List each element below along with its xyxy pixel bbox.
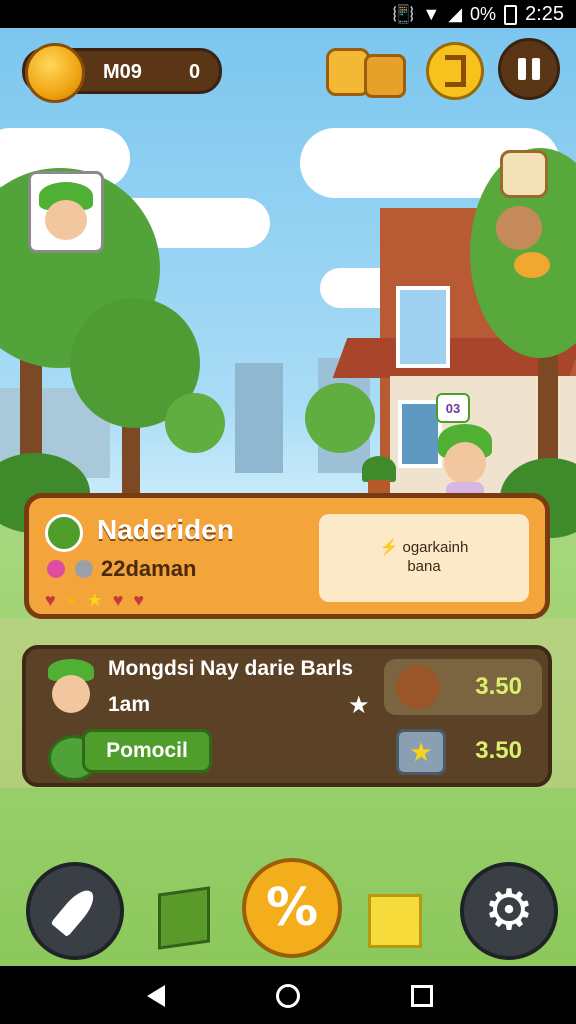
pause-icon <box>518 58 540 80</box>
exit-icon <box>444 55 466 87</box>
reward-icons: ♥ ● ★ ♥ ♥ <box>45 590 144 611</box>
offer-card: Mongdsi Nay darie Barls 1am ★ Pomocil 3.… <box>22 645 552 787</box>
coin-icon: ● <box>65 590 77 610</box>
cheese-icon <box>364 54 406 98</box>
offer-title: Mongdsi Nay darie Barls <box>108 657 354 680</box>
home-button[interactable] <box>268 976 308 1016</box>
inventory-button[interactable] <box>326 40 406 98</box>
grass-tile-icon <box>158 886 210 950</box>
lightning-icon: ⚡ <box>379 539 399 557</box>
location-subtitle: 22daman <box>101 556 197 581</box>
back-button[interactable] <box>136 976 176 1016</box>
offer-slot-top[interactable]: 3.50 <box>384 659 542 715</box>
location-title: Naderiden <box>97 514 234 545</box>
promo-button[interactable]: Pomocil <box>82 729 212 773</box>
star-badge-icon: ★ <box>396 729 446 775</box>
coin-icon <box>25 43 85 103</box>
recents-button[interactable] <box>402 976 442 1016</box>
wifi-icon: ▼ <box>422 4 441 24</box>
tree-leaves <box>305 383 375 453</box>
clock: 2:25 <box>525 3 564 25</box>
price-top: 3.50 <box>475 673 522 700</box>
exit-button[interactable] <box>426 42 484 100</box>
food-icon[interactable] <box>514 252 550 278</box>
pin-icon <box>47 560 65 578</box>
coin-label: M09 <box>103 61 142 83</box>
settings-button[interactable]: ⚙ <box>460 862 558 960</box>
location-card[interactable]: Naderiden 22daman ♥ ● ★ ♥ ♥ ⚡ ogarkainh … <box>24 493 550 619</box>
signal-icon: ◢ <box>448 4 463 24</box>
rocket-button[interactable] <box>26 862 124 960</box>
offer-avatar <box>46 659 96 719</box>
character-badge: 03 <box>436 393 470 423</box>
offer-time: 1am <box>108 693 151 716</box>
home-icon <box>276 984 300 1008</box>
skyscraper <box>235 363 283 473</box>
back-icon <box>147 985 165 1007</box>
tree-leaves <box>165 393 225 453</box>
gem-icon <box>75 560 93 578</box>
battery-percent: 0% <box>470 4 497 24</box>
location-icon <box>45 514 83 552</box>
price-bottom: 3.50 <box>475 737 522 764</box>
star-icon: ★ <box>348 692 370 719</box>
heart-icon: ♥ <box>133 590 145 610</box>
vibrate-icon: 📳 <box>391 4 415 24</box>
status-bar: 📳 ▼ ◢ 0% 2:25 <box>0 0 576 28</box>
location-note: ⚡ ogarkainh bana <box>319 514 529 602</box>
discount-button[interactable]: % <box>242 858 342 958</box>
player-avatar[interactable] <box>28 171 104 253</box>
percent-icon: % <box>265 878 319 938</box>
coin-value: 0 <box>189 61 201 83</box>
star-icon: ★ <box>86 590 103 610</box>
system-nav-bar <box>0 966 576 1024</box>
gear-icon: ⚙ <box>483 878 535 943</box>
note-line-2: bana <box>407 558 441 575</box>
rocket-icon <box>50 884 100 938</box>
recents-icon <box>411 985 433 1007</box>
note-line-1: ⚡ ogarkainh <box>379 539 469 557</box>
heart-icon: ♥ <box>112 590 124 610</box>
cheese-block-icon <box>368 894 422 948</box>
house-window <box>396 286 450 368</box>
heart-icon: ♥ <box>45 590 56 610</box>
offer-slot-bottom[interactable]: ★ 3.50 <box>384 723 542 779</box>
like-icon[interactable] <box>500 150 548 198</box>
coin-counter: M09 0 <box>22 43 222 103</box>
cookie-icon <box>396 665 440 709</box>
pause-button[interactable] <box>498 38 560 100</box>
battery-icon <box>504 4 518 25</box>
pet-icon[interactable] <box>496 206 542 250</box>
